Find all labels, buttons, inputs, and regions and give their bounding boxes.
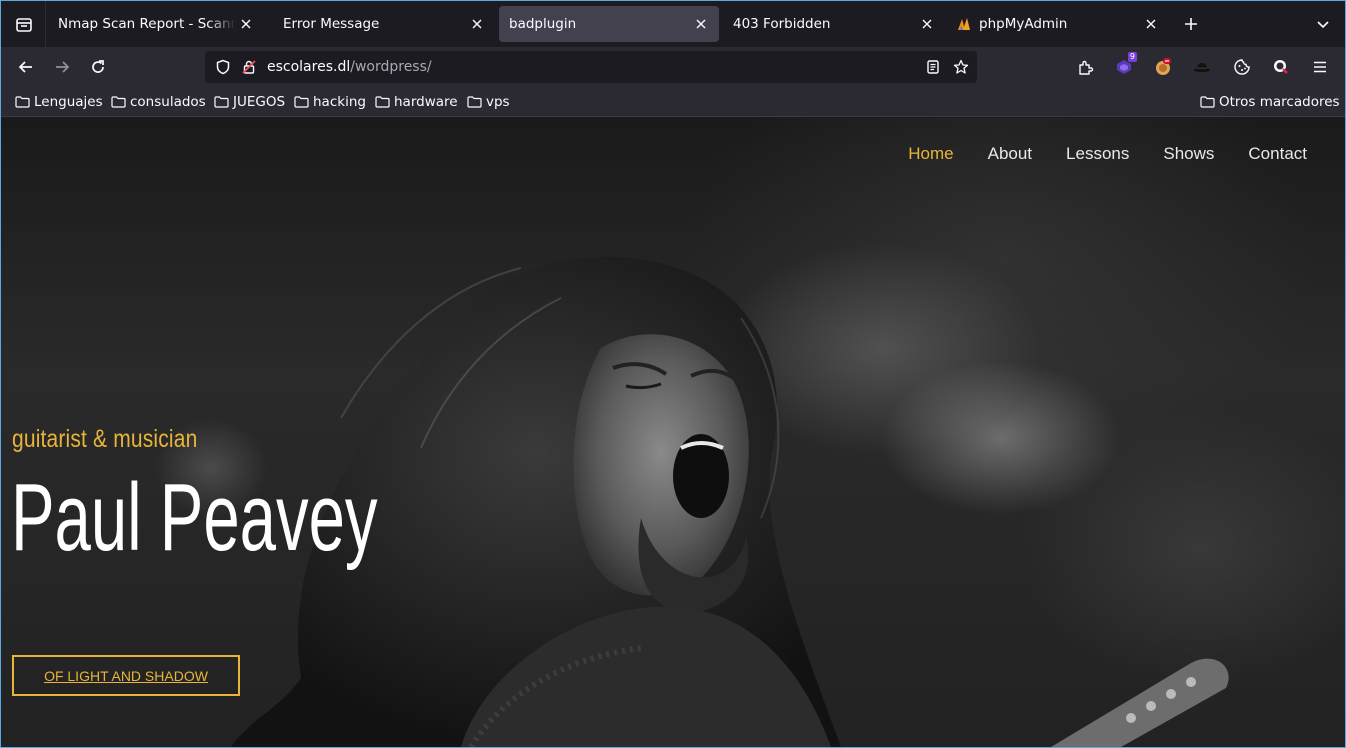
reload-button[interactable] (84, 53, 112, 81)
hero-subtitle: guitarist & musician (12, 425, 198, 453)
cookie-icon (1234, 59, 1250, 75)
bookmark-label: hardware (394, 94, 458, 110)
back-button[interactable] (12, 53, 40, 81)
tab-phpmyadmin[interactable]: phpMyAdmin (947, 6, 1169, 42)
bookmark-label: hacking (313, 94, 366, 110)
folder-icon (375, 96, 390, 108)
arrow-left-icon (18, 61, 32, 73)
hat-icon (1194, 63, 1210, 73)
insecure-lock-icon (242, 60, 256, 74)
hamburger-menu-icon (1314, 61, 1326, 73)
close-icon (472, 19, 482, 29)
tab-nmap[interactable]: Nmap Scan Report - Scanned at (48, 6, 264, 42)
tab-title: badplugin (509, 16, 577, 32)
tab-separator (45, 1, 46, 47)
url-bar[interactable]: escolares.dl/wordpress/ (205, 51, 977, 83)
tab-strip: Nmap Scan Report - Scanned at Error Mess… (1, 1, 1345, 47)
forward-button[interactable] (48, 53, 76, 81)
bookmark-label: vps (486, 94, 510, 110)
reload-icon (92, 60, 104, 73)
extension-search-button[interactable] (1269, 55, 1293, 79)
folder-icon (111, 96, 126, 108)
hero-cta-button[interactable]: OF LIGHT AND SHADOW (12, 655, 240, 696)
bookmark-label: JUEGOS (233, 94, 286, 110)
bookmarks-toolbar: Lenguajes consulados JUEGOS hacking hard… (1, 87, 1345, 117)
cookie-face-icon (1156, 58, 1171, 75)
folder-icon (467, 96, 482, 108)
tab-403-forbidden[interactable]: 403 Forbidden (723, 6, 945, 42)
hero-title: Paul Peavey (11, 464, 378, 571)
extension-hat-button[interactable] (1190, 55, 1214, 79)
site-security-button[interactable] (239, 57, 259, 77)
bookmark-folder-lenguajes[interactable]: Lenguajes (15, 93, 103, 111)
close-icon (1146, 19, 1156, 29)
url-host: escolares.dl (267, 59, 351, 75)
search-extension-icon (1274, 60, 1288, 74)
nav-link-lessons[interactable]: Lessons (1066, 144, 1129, 164)
close-icon (696, 19, 706, 29)
tab-title: 403 Forbidden (733, 16, 831, 32)
tab-badplugin[interactable]: badplugin (499, 6, 719, 42)
bookmark-label: Otros marcadores (1219, 94, 1340, 110)
close-icon (241, 19, 251, 29)
chevron-down-icon (1317, 21, 1329, 29)
tab-title: Nmap Scan Report - Scanned at (58, 16, 236, 32)
close-icon (922, 19, 932, 29)
close-tab-button[interactable] (467, 14, 487, 34)
extension-badge: 9 (1127, 52, 1137, 62)
reader-view-button[interactable] (923, 57, 943, 77)
new-tab-button[interactable] (1179, 12, 1203, 36)
close-tab-button[interactable] (1141, 14, 1161, 34)
folder-icon (15, 96, 30, 108)
extension-ublock-button[interactable] (1151, 55, 1175, 79)
guitarist-photo (231, 256, 1229, 747)
app-menu-button[interactable] (1308, 55, 1332, 79)
puzzle-icon (1078, 60, 1093, 75)
nav-link-home[interactable]: Home (908, 144, 953, 164)
browser-window: Nmap Scan Report - Scanned at Error Mess… (1, 1, 1345, 747)
extension-cookie-button[interactable] (1230, 55, 1254, 79)
bookmark-folder-hacking[interactable]: hacking (294, 93, 366, 111)
arrow-right-icon (56, 61, 70, 73)
url-path: /wordpress/ (350, 59, 432, 75)
list-all-tabs-button[interactable] (1311, 12, 1335, 36)
folder-icon (214, 96, 229, 108)
url-text: escolares.dl/wordpress/ (267, 59, 432, 75)
bookmark-label: Lenguajes (34, 94, 103, 110)
site-navigation: Home About Lessons Shows Contact (908, 144, 1307, 164)
tracking-protection-button[interactable] (213, 57, 233, 77)
tab-title: phpMyAdmin (979, 16, 1068, 32)
firefox-view-button[interactable] (5, 7, 43, 43)
extension-purple-button[interactable]: 9 (1112, 52, 1137, 79)
phpmyadmin-favicon-icon (958, 18, 970, 30)
bookmark-folder-vps[interactable]: vps (467, 93, 510, 111)
web-page: Home About Lessons Shows Contact guitari… (1, 118, 1345, 747)
other-bookmarks-folder[interactable]: Otros marcadores (1200, 93, 1340, 111)
reader-view-icon (927, 60, 939, 74)
close-tab-button[interactable] (691, 14, 711, 34)
plus-icon (1185, 18, 1197, 30)
bookmark-folder-juegos[interactable]: JUEGOS (214, 93, 285, 111)
folder-icon (1200, 96, 1215, 108)
star-icon (953, 59, 969, 74)
close-tab-button[interactable] (917, 14, 937, 34)
nav-link-contact[interactable]: Contact (1248, 144, 1307, 164)
bookmark-folder-hardware[interactable]: hardware (375, 93, 458, 111)
bookmark-star-button[interactable] (951, 57, 971, 77)
navigation-toolbar: escolares.dl/wordpress/ 9 (1, 47, 1345, 87)
bookmark-label: consulados (130, 94, 206, 110)
nav-link-shows[interactable]: Shows (1163, 144, 1214, 164)
tab-title: Error Message (283, 16, 380, 32)
folder-icon (294, 96, 309, 108)
shield-icon (216, 59, 230, 75)
close-tab-button[interactable] (236, 14, 256, 34)
bookmark-folder-consulados[interactable]: consulados (111, 93, 206, 111)
tab-error-message[interactable]: Error Message (273, 6, 495, 42)
nav-link-about[interactable]: About (988, 144, 1032, 164)
firefox-view-icon (16, 18, 32, 32)
extensions-button[interactable] (1073, 55, 1097, 79)
